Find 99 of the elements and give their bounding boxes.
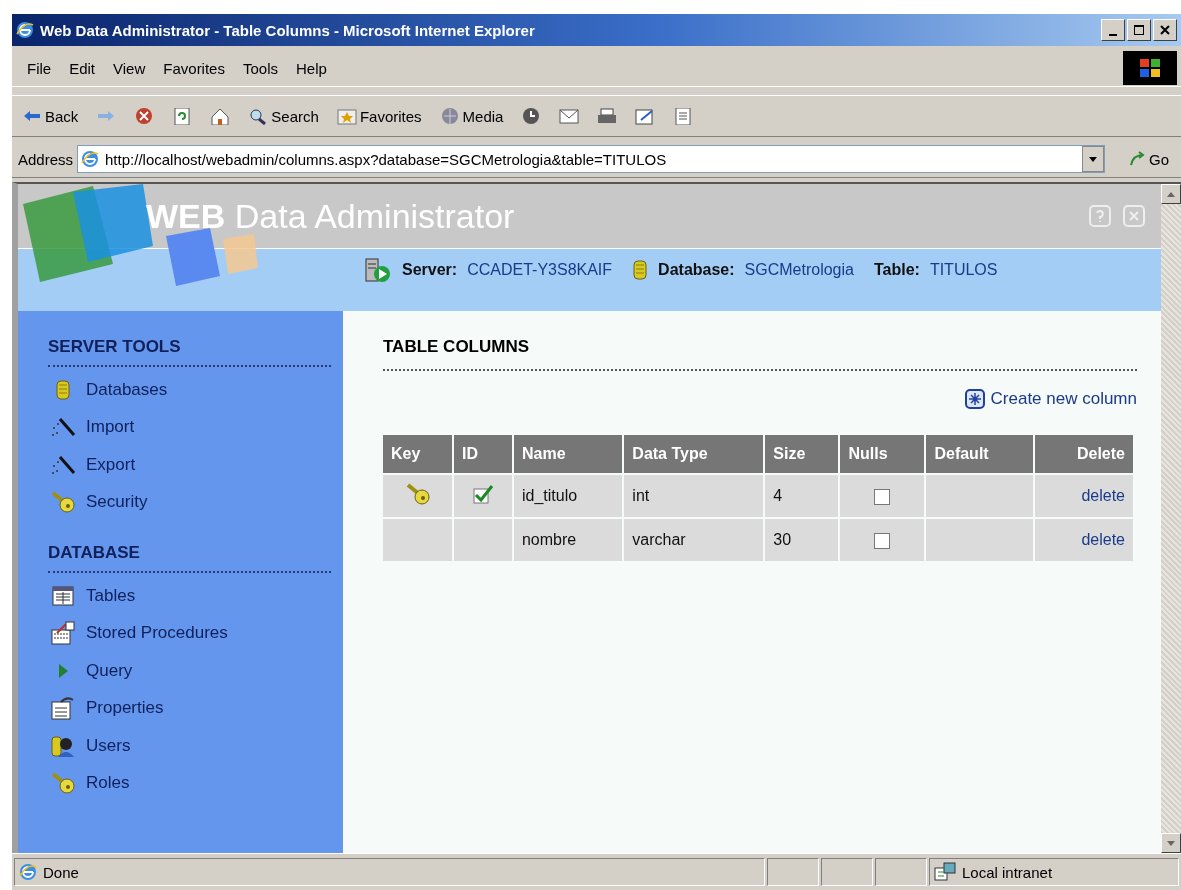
mail-icon <box>559 107 580 125</box>
menu-item[interactable]: Help <box>287 59 336 77</box>
maximize-icon <box>1133 24 1145 36</box>
database-icon <box>55 378 71 401</box>
close-icon <box>1159 24 1171 36</box>
favorites-icon <box>336 107 357 125</box>
home-icon <box>210 107 231 125</box>
discuss-icon <box>673 107 694 125</box>
column-header: Key <box>383 435 453 473</box>
delete-link[interactable]: delete <box>1081 487 1125 504</box>
wand-icon <box>50 416 76 439</box>
status-pane <box>767 858 819 886</box>
minimize-icon <box>1109 34 1117 36</box>
favorites-button[interactable]: Favorites <box>334 105 424 127</box>
page-icon <box>19 863 37 881</box>
print-icon <box>597 107 618 125</box>
info-label: Database: <box>658 261 735 279</box>
menu-item[interactable]: Tools <box>233 59 287 77</box>
table-cell: int <box>624 475 764 517</box>
table-cell: 4 <box>765 475 839 517</box>
sidebar-link[interactable]: Security <box>86 492 148 513</box>
column-header: Name <box>513 435 623 473</box>
zone-label: Local intranet <box>962 863 1053 881</box>
media-icon <box>439 107 460 125</box>
key-icon <box>50 771 76 796</box>
sidebar-link[interactable]: Stored Procedures <box>86 623 228 644</box>
info-label: Server: <box>402 261 458 279</box>
status-text: Done <box>43 863 79 881</box>
go-arrow-icon <box>1129 151 1147 167</box>
maximize-button[interactable] <box>1127 19 1151 41</box>
delete-link[interactable]: delete <box>1081 531 1125 548</box>
down-arrow-icon <box>1167 840 1175 846</box>
address-field[interactable]: http://localhost/webadmin/columns.aspx?database=SGCMetrologia&table=TITULOS <box>77 145 1105 173</box>
back-button[interactable]: Back <box>20 105 81 127</box>
window-title: Web Data Administrator - Table Columns - Microsoft Internet Explorer <box>40 21 536 39</box>
media-button[interactable]: Media <box>437 105 506 127</box>
section-title: DATABASE <box>48 543 331 573</box>
menu-item[interactable]: Favorites <box>154 59 234 77</box>
info-value: SGCMetrologia <box>744 261 854 279</box>
browser-icon <box>16 21 34 39</box>
table-cell: id_titulo <box>513 475 623 517</box>
info-value: CCADET-Y3S8KAIF <box>467 261 613 279</box>
close-button[interactable] <box>1153 19 1177 41</box>
primary-key-icon <box>404 482 431 506</box>
users-icon <box>51 733 75 758</box>
menu-item[interactable]: View <box>104 59 155 77</box>
table-cell: 30 <box>765 519 839 561</box>
menu-item[interactable]: Edit <box>60 59 105 77</box>
section-heading: TABLE COLUMNS <box>383 337 1137 371</box>
stop-icon <box>134 107 155 125</box>
nulls-checkbox[interactable] <box>874 488 891 505</box>
sidebar-link[interactable]: Import <box>86 417 135 438</box>
dropdown-button[interactable] <box>1082 146 1104 172</box>
sidebar-link[interactable]: Export <box>86 454 136 475</box>
status-pane <box>821 858 873 886</box>
wand-icon <box>50 453 76 476</box>
section-title: SERVER TOOLS <box>48 337 331 367</box>
sidebar-link[interactable]: Users <box>86 735 131 756</box>
column-header: Data Type <box>624 435 764 473</box>
flag-icon <box>1139 58 1161 78</box>
sidebar-link[interactable]: Roles <box>86 773 130 794</box>
nulls-checkbox[interactable] <box>874 532 891 549</box>
sidebar-link[interactable]: Tables <box>86 585 136 606</box>
status-pane <box>875 858 927 886</box>
caret-icon <box>1089 156 1097 162</box>
history-icon <box>521 107 542 125</box>
table-icon <box>52 585 74 606</box>
page-icon <box>81 150 100 168</box>
check-icon <box>472 484 494 504</box>
column-header: Default <box>926 435 1034 473</box>
database-icon <box>632 259 649 281</box>
search-button[interactable]: Search <box>246 105 321 127</box>
info-label: Table: <box>873 261 920 279</box>
create-column-link[interactable]: Create new column <box>964 389 1137 409</box>
sidebar-link[interactable]: Properties <box>86 698 164 719</box>
server-icon <box>364 257 392 283</box>
info-value: TITULOS <box>929 261 998 279</box>
column-header: Size <box>765 435 839 473</box>
search-icon <box>248 107 269 125</box>
menu-item[interactable]: File <box>18 59 61 77</box>
table-cell: varchar <box>624 519 764 561</box>
add-icon <box>964 389 985 409</box>
edit-icon <box>635 107 656 125</box>
key-icon <box>50 490 76 515</box>
go-button[interactable]: Go <box>1123 149 1175 169</box>
refresh-icon <box>172 107 193 125</box>
column-header: Delete <box>1035 435 1133 473</box>
address-label: Address <box>18 150 74 168</box>
minimize-button[interactable] <box>1101 19 1125 41</box>
procedure-icon <box>51 621 75 646</box>
sidebar-link[interactable]: Query <box>86 660 133 681</box>
column-header: ID <box>454 435 512 473</box>
sidebar-link[interactable]: Databases <box>86 379 168 400</box>
column-header: Nulls <box>840 435 925 473</box>
table-cell: nombre <box>513 519 623 561</box>
properties-icon <box>51 696 75 721</box>
network-icon <box>934 862 956 882</box>
scrollbar[interactable] <box>1161 184 1181 853</box>
up-arrow-icon <box>1167 191 1175 197</box>
